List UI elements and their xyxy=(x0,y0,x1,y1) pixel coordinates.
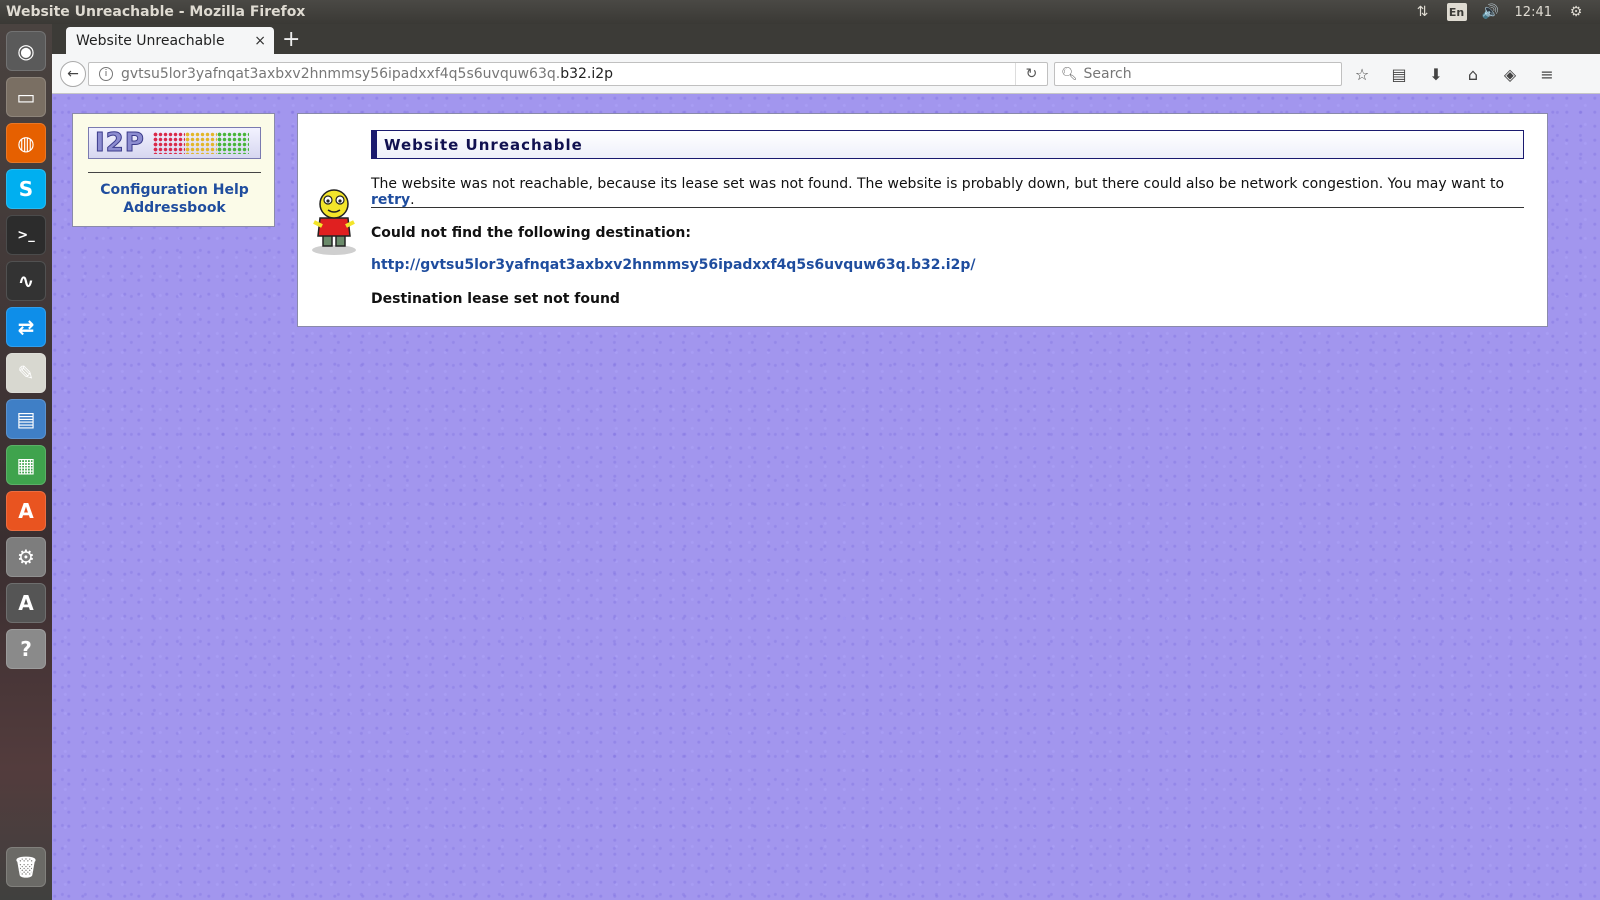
navigation-toolbar: ← i gvtsu5lor3yafnqat3axbxv2hnmmsy56ipad… xyxy=(52,54,1600,94)
i2p-sidebar: I2P Configuration Help Addressbook xyxy=(72,113,275,227)
tab-website-unreachable[interactable]: Website Unreachable × xyxy=(66,27,274,54)
i2p-logo[interactable]: I2P xyxy=(88,127,261,159)
trash-icon[interactable]: 🗑 xyxy=(6,847,46,887)
content-divider xyxy=(371,207,1524,208)
i2p-logo-dots xyxy=(152,132,249,154)
url-host-domain: b32.i2p xyxy=(560,66,614,82)
reload-icon[interactable]: ↻ xyxy=(1015,63,1047,85)
site-info-icon[interactable]: i xyxy=(99,67,113,81)
indicator-area: ⇅ En 🔊 12:41 ⚙ xyxy=(1413,3,1600,21)
terminal-icon[interactable]: >_ xyxy=(6,215,46,255)
writer-icon[interactable]: ▤ xyxy=(6,399,46,439)
files-icon[interactable]: ▭ xyxy=(6,77,46,117)
i2p-mascot-icon xyxy=(312,189,356,255)
home-icon[interactable]: ⌂ xyxy=(1463,64,1483,84)
volume-icon[interactable]: 🔊 xyxy=(1481,3,1501,21)
help-icon[interactable]: ? xyxy=(6,629,46,669)
calc-icon[interactable]: ▦ xyxy=(6,445,46,485)
keyboard-layout-indicator[interactable]: En xyxy=(1446,3,1467,21)
software-center-icon[interactable]: A xyxy=(6,491,46,531)
addressbook-link[interactable]: Addressbook xyxy=(73,200,276,216)
pocket-icon[interactable]: ◈ xyxy=(1500,64,1520,84)
error-message-text: The website was not reachable, because i… xyxy=(371,176,1505,192)
new-tab-button[interactable]: + xyxy=(282,26,300,54)
destination-url-link[interactable]: http://gvtsu5lor3yafnqat3axbxv2hnmmsy56i… xyxy=(371,257,975,273)
search-icon: 🔍︎ xyxy=(1061,66,1078,82)
error-panel: Website Unreachable The website was not … xyxy=(297,113,1548,327)
top-panel: Website Unreachable - Mozilla Firefox ⇅ … xyxy=(0,0,1600,24)
software-updater-icon[interactable]: A xyxy=(6,583,46,623)
page-title: Website Unreachable xyxy=(371,130,1524,159)
system-monitor-icon[interactable]: ∿ xyxy=(6,261,46,301)
i2p-logo-text: I2P xyxy=(95,128,145,159)
clock[interactable]: 12:41 xyxy=(1515,5,1552,20)
url-host-prefix: gvtsu5lor3yafnqat3axbxv2hnmmsy56ipadxxf4… xyxy=(121,66,561,82)
launcher: ◉ ▭ ◍ S >_ ∿ ⇄ ✎ ▤ ▦ A ⚙ A? 🗑 xyxy=(0,24,52,900)
teamviewer-icon[interactable]: ⇄ xyxy=(6,307,46,347)
error-detail: Destination lease set not found xyxy=(371,291,620,307)
search-bar[interactable]: 🔍︎ Search xyxy=(1054,62,1342,86)
bookmarks-menu-icon[interactable]: ▤ xyxy=(1389,64,1409,84)
back-arrow-icon: ← xyxy=(67,66,79,82)
skype-icon[interactable]: S xyxy=(6,169,46,209)
tab-title: Website Unreachable xyxy=(76,32,225,49)
configuration-help-link[interactable]: Configuration Help xyxy=(73,182,276,198)
error-message-end: . xyxy=(410,192,415,208)
retry-link[interactable]: retry xyxy=(371,192,410,208)
power-gear-icon[interactable]: ⚙ xyxy=(1566,3,1586,21)
ubuntu-dash-icon[interactable]: ◉ xyxy=(6,31,46,71)
tab-bar: Website Unreachable × + xyxy=(52,24,1600,54)
bookmark-star-icon[interactable]: ☆ xyxy=(1352,64,1372,84)
hamburger-menu-icon[interactable]: ≡ xyxy=(1537,64,1557,84)
search-placeholder: Search xyxy=(1083,66,1132,82)
system-settings-icon[interactable]: ⚙ xyxy=(6,537,46,577)
window-title: Website Unreachable - Mozilla Firefox xyxy=(6,4,306,20)
url-bar[interactable]: i gvtsu5lor3yafnqat3axbxv2hnmmsy56ipadxx… xyxy=(88,62,1048,86)
firefox-icon[interactable]: ◍ xyxy=(6,123,46,163)
error-message: The website was not reachable, because i… xyxy=(371,176,1547,208)
destination-label: Could not find the following destination… xyxy=(371,225,691,241)
page-content: I2P Configuration Help Addressbook Websi… xyxy=(52,94,1600,900)
toolbar-buttons: ☆ ▤ ⬇ ⌂ ◈ ≡ xyxy=(1352,64,1557,84)
tab-close-icon[interactable]: × xyxy=(254,33,266,49)
text-editor-icon[interactable]: ✎ xyxy=(6,353,46,393)
downloads-icon[interactable]: ⬇ xyxy=(1426,64,1446,84)
sidebar-divider xyxy=(88,172,261,173)
network-icon[interactable]: ⇅ xyxy=(1413,3,1433,21)
back-button[interactable]: ← xyxy=(60,61,86,87)
